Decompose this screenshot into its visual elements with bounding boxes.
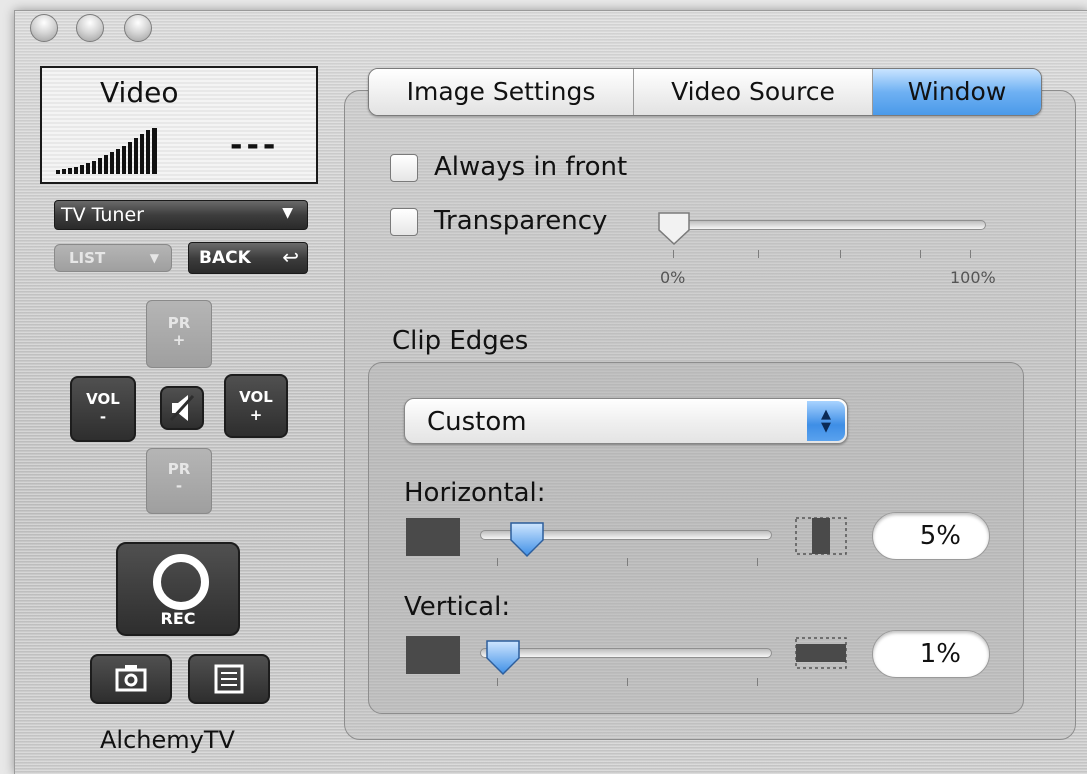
transparency-checkbox[interactable] — [390, 208, 418, 236]
clip-edges-title: Clip Edges — [392, 326, 529, 356]
horizontal-value-field[interactable]: 5% — [872, 512, 990, 560]
tick-mark — [673, 250, 674, 258]
transparency-max-label: 100% — [950, 268, 996, 287]
vertical-max-icon — [795, 637, 847, 669]
horizontal-slider-thumb[interactable] — [508, 520, 546, 560]
signal-strength-icon — [56, 128, 157, 174]
transparency-label: Transparency — [434, 206, 608, 236]
snapshot-button[interactable] — [90, 654, 172, 704]
channel-up-symbol: + — [172, 331, 186, 349]
tick-mark — [627, 558, 628, 566]
up-down-arrows-icon: ▲ ▼ — [807, 401, 845, 441]
tick-mark — [970, 250, 971, 258]
volume-down-button[interactable]: VOL - — [70, 376, 136, 442]
channel-down-label: PR — [167, 460, 191, 478]
tick-mark — [497, 678, 498, 686]
display-title: Video — [100, 76, 179, 109]
transparency-slider[interactable] — [660, 220, 986, 230]
vertical-value-field[interactable]: 1% — [872, 630, 990, 678]
volume-up-button[interactable]: VOL + — [224, 374, 288, 438]
channel-down-button[interactable]: PR - — [146, 448, 212, 514]
volume-down-label: VOL — [86, 390, 120, 408]
channel-down-symbol: - — [175, 477, 183, 495]
record-label: REC — [160, 609, 196, 628]
horizontal-min-icon — [406, 518, 460, 556]
vertical-slider-thumb[interactable] — [484, 638, 522, 678]
vertical-slider[interactable] — [480, 648, 772, 658]
vertical-min-icon — [406, 636, 460, 674]
minimize-window-button[interactable] — [76, 14, 104, 42]
tick-mark — [758, 250, 759, 258]
camera-icon — [115, 665, 147, 692]
status-display: Video --- — [40, 66, 318, 184]
tick-mark — [920, 250, 921, 258]
source-select[interactable]: TV Tuner ▼ — [54, 200, 308, 230]
mute-speaker-icon — [169, 394, 195, 422]
tab-image-settings[interactable]: Image Settings — [369, 69, 634, 115]
tick-mark — [757, 678, 758, 686]
tick-mark — [497, 558, 498, 566]
zoom-window-button[interactable] — [124, 14, 152, 42]
horizontal-label: Horizontal: — [404, 478, 546, 508]
chevron-down-icon: ▼ — [149, 251, 159, 265]
clip-mode-value: Custom — [427, 407, 527, 437]
channel-up-button[interactable]: PR + — [146, 300, 212, 368]
tick-mark — [627, 678, 628, 686]
horizontal-max-icon — [795, 517, 847, 555]
clip-mode-select[interactable]: Custom ▲ ▼ — [404, 398, 848, 444]
volume-up-symbol: + — [249, 406, 263, 424]
tab-window[interactable]: Window — [873, 69, 1041, 115]
list-button-label: LIST — [69, 249, 106, 267]
list-button[interactable]: LIST ▼ — [54, 244, 172, 272]
transparency-slider-thumb[interactable] — [656, 210, 692, 248]
tab-bar: Image Settings Video Source Window — [368, 68, 1042, 116]
app-name: AlchemyTV — [100, 726, 235, 754]
channel-up-label: PR — [167, 314, 191, 332]
vertical-label: Vertical: — [404, 592, 511, 622]
transparency-min-label: 0% — [660, 268, 686, 287]
channel-display: --- — [230, 128, 280, 163]
tab-video-source[interactable]: Video Source — [634, 69, 873, 115]
volume-down-symbol: - — [99, 408, 107, 426]
mute-button[interactable] — [160, 386, 204, 430]
source-select-value: TV Tuner — [61, 204, 144, 226]
tick-mark — [757, 558, 758, 566]
always-in-front-label: Always in front — [434, 152, 628, 182]
list-icon — [214, 664, 244, 694]
always-in-front-checkbox[interactable] — [390, 154, 418, 182]
back-button[interactable]: BACK ↩ — [188, 242, 308, 274]
playlist-button[interactable] — [188, 654, 270, 704]
record-icon — [153, 554, 209, 610]
back-button-label: BACK — [199, 248, 251, 268]
volume-up-label: VOL — [239, 388, 273, 406]
chevron-down-icon: ▼ — [282, 205, 293, 221]
close-window-button[interactable] — [30, 14, 58, 42]
record-button[interactable]: REC — [116, 542, 240, 636]
return-arrow-icon: ↩ — [282, 245, 299, 269]
tick-mark — [840, 250, 841, 258]
